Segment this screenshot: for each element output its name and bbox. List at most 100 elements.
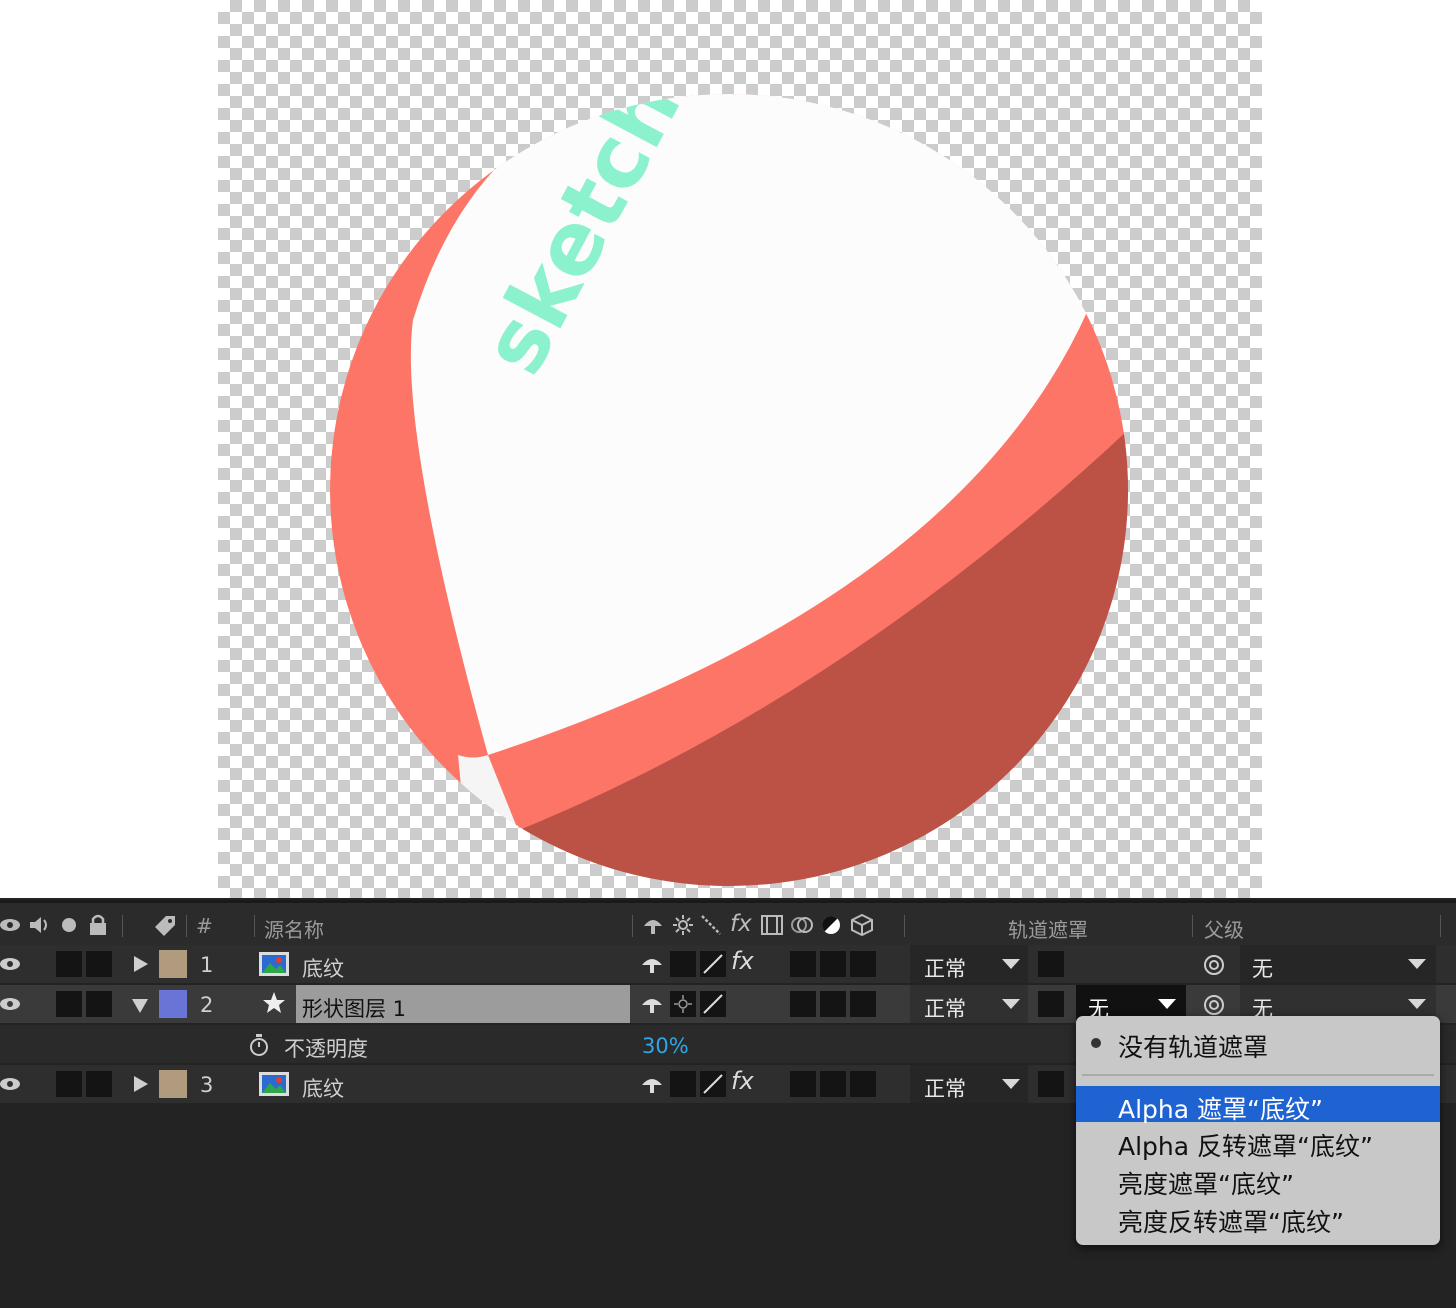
header-separator xyxy=(632,915,633,937)
opacity-value[interactable]: 30% xyxy=(642,1034,689,1058)
menu-item-no-track-matte[interactable]: 没有轨道遮罩 xyxy=(1076,1024,1440,1062)
preserve-transparency-switch[interactable] xyxy=(1038,951,1064,977)
chevron-down-icon xyxy=(1408,959,1426,969)
frame-blend-switch[interactable] xyxy=(790,951,816,977)
motion-blur-switch[interactable] xyxy=(820,1071,846,1097)
menu-separator xyxy=(1082,1074,1434,1076)
frame-blending-icon[interactable] xyxy=(760,914,784,936)
property-name: 不透明度 xyxy=(284,1037,368,1061)
shy-icon[interactable] xyxy=(640,993,664,1015)
layer-label-color[interactable] xyxy=(159,950,187,978)
menu-item-alpha-inverted-matte[interactable]: Alpha 反转遮罩“底纹” xyxy=(1076,1123,1440,1161)
track-matte-column-header[interactable]: 轨道遮罩 xyxy=(1008,914,1088,943)
menu-item-luma-matte[interactable]: 亮度遮罩“底纹” xyxy=(1076,1161,1440,1199)
layer-name[interactable]: 底纹 xyxy=(302,953,344,983)
layer-name[interactable]: 形状图层 1 xyxy=(302,993,406,1023)
chevron-down-icon xyxy=(1002,1079,1020,1089)
layer-number: 2 xyxy=(200,993,214,1017)
blend-mode-dropdown[interactable]: 正常 xyxy=(910,985,1028,1023)
preserve-transparency-switch[interactable] xyxy=(1038,991,1064,1017)
expand-triangle-icon[interactable] xyxy=(134,1076,148,1092)
shy-icon[interactable] xyxy=(642,914,664,936)
adjustment-layer-icon[interactable] xyxy=(820,914,842,936)
eye-icon[interactable] xyxy=(0,1075,22,1093)
parent-column-header[interactable]: 父级 xyxy=(1204,914,1244,943)
eye-icon[interactable] xyxy=(0,955,22,973)
lock-switch[interactable] xyxy=(86,1071,112,1097)
layer-name-field[interactable]: 形状图层 1 xyxy=(296,985,630,1023)
lock-icon[interactable] xyxy=(88,913,108,937)
timeline-header: # 源名称 fx 轨道遮罩 父级 xyxy=(0,900,1456,949)
blend-mode-value: 正常 xyxy=(924,957,966,981)
audio-icon[interactable] xyxy=(28,914,52,936)
chevron-down-icon xyxy=(1158,999,1176,1009)
collapse-switch[interactable] xyxy=(670,991,696,1017)
adjustment-switch[interactable] xyxy=(850,1071,876,1097)
header-separator xyxy=(122,915,123,937)
chevron-down-icon xyxy=(1002,959,1020,969)
effects-switch[interactable]: fx xyxy=(731,1067,754,1095)
blend-mode-dropdown[interactable]: 正常 xyxy=(910,1065,1028,1103)
frame-blend-switch[interactable] xyxy=(790,991,816,1017)
blend-mode-value: 正常 xyxy=(924,997,966,1021)
collapse-switch[interactable] xyxy=(670,951,696,977)
pick-whip-icon[interactable] xyxy=(1202,993,1226,1017)
label-tag-icon[interactable] xyxy=(152,913,178,939)
layer-number: 1 xyxy=(200,953,214,977)
collapse-transform-icon[interactable] xyxy=(672,914,694,936)
adjustment-switch[interactable] xyxy=(850,951,876,977)
header-separator xyxy=(1440,915,1441,937)
shy-icon[interactable] xyxy=(640,1073,664,1095)
shy-icon[interactable] xyxy=(640,953,664,975)
shape-layer-star-icon xyxy=(263,992,285,1013)
header-separator xyxy=(904,915,905,937)
source-name-column-header[interactable]: 源名称 xyxy=(264,914,324,943)
pick-whip-icon[interactable] xyxy=(1202,953,1226,977)
layer-number: 3 xyxy=(200,1073,214,1097)
header-separator xyxy=(1192,915,1193,937)
collapse-switch[interactable] xyxy=(670,1071,696,1097)
solo-switch[interactable] xyxy=(56,991,82,1017)
adjustment-switch[interactable] xyxy=(850,991,876,1017)
composition-preview: sketchbox xyxy=(0,0,1456,898)
collapse-triangle-icon[interactable] xyxy=(132,999,148,1013)
stopwatch-icon[interactable] xyxy=(248,1033,270,1057)
number-column-header[interactable]: # xyxy=(196,914,213,938)
quality-switch[interactable] xyxy=(700,1071,726,1097)
blend-mode-dropdown[interactable]: 正常 xyxy=(910,945,1028,983)
layer-row[interactable]: 1 底纹 fx 正常 无 xyxy=(0,945,1456,983)
quality-icon[interactable] xyxy=(700,914,722,936)
motion-blur-icon[interactable] xyxy=(790,914,814,936)
menu-item-luma-inverted-matte[interactable]: 亮度反转遮罩“底纹” xyxy=(1076,1199,1440,1237)
parent-dropdown[interactable]: 无 xyxy=(1240,945,1436,983)
header-separator xyxy=(186,915,187,937)
lock-switch[interactable] xyxy=(86,991,112,1017)
header-separator xyxy=(254,915,255,937)
blend-mode-value: 正常 xyxy=(924,1077,966,1101)
3d-layer-icon[interactable] xyxy=(850,913,874,937)
beach-ball-render: sketchbox xyxy=(330,94,1128,886)
preserve-transparency-switch[interactable] xyxy=(1038,1071,1064,1097)
effects-switch[interactable]: fx xyxy=(731,947,754,975)
footage-icon xyxy=(259,1072,289,1096)
layer-label-color[interactable] xyxy=(159,1070,187,1098)
motion-blur-switch[interactable] xyxy=(820,951,846,977)
expand-triangle-icon[interactable] xyxy=(134,956,148,972)
frame-blend-switch[interactable] xyxy=(790,1071,816,1097)
layer-label-color[interactable] xyxy=(159,990,187,1018)
solo-switch[interactable] xyxy=(56,1071,82,1097)
footage-icon xyxy=(259,952,289,976)
menu-item-alpha-matte[interactable]: Alpha 遮罩“底纹” xyxy=(1076,1086,1440,1124)
quality-switch[interactable] xyxy=(700,991,726,1017)
eye-icon[interactable] xyxy=(0,995,22,1013)
quality-switch[interactable] xyxy=(700,951,726,977)
motion-blur-switch[interactable] xyxy=(820,991,846,1017)
effects-switch-header[interactable]: fx xyxy=(730,911,752,937)
solo-switch[interactable] xyxy=(56,951,82,977)
layer-name[interactable]: 底纹 xyxy=(302,1073,344,1103)
eye-icon[interactable] xyxy=(0,916,22,934)
solo-icon[interactable] xyxy=(60,916,78,934)
parent-value: 无 xyxy=(1252,957,1273,981)
lock-switch[interactable] xyxy=(86,951,112,977)
chevron-down-icon xyxy=(1002,999,1020,1009)
